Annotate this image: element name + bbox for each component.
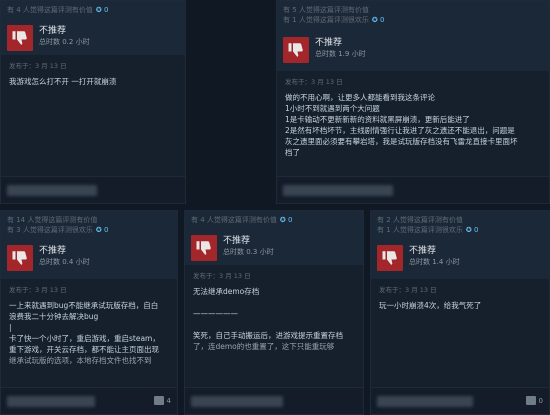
review-line: 灰之遗里面必须要有攀岩塔，我是试玩版存档没有飞雷龙直接卡里面坏 [285,137,518,146]
review-line: 做的不用心啊，让更多人都能看到我这条评论 [285,93,435,102]
review-line: 1是卡输动不更新新新的资料就黑屏崩溃，更新后能进了 [285,115,470,124]
award-icon[interactable]: ✪ 0 [280,216,293,224]
blurred-reviewer [283,185,393,196]
play-hours: 总时数 0.3 小时 [223,248,274,256]
review-line: | [9,323,12,332]
review-line: 无法继承demo存档 [193,287,260,296]
comment-icon[interactable] [153,396,164,405]
post-date: 发布于：3 月 13 日 [9,286,67,294]
review-line: 卡了快一个小时了，重启游戏，重启steam， [9,334,160,343]
review-verdict: 不推荐 [409,246,437,256]
review-header: 有 4 人觉得这篇评测有价值 ✪ 0 不推荐 总时数 0.2 小时 [1,1,185,55]
play-hours: 总时数 0.4 小时 [39,258,90,266]
review-body: 发布于：3 月 13 日 我游戏怎么打不开 一打开就崩溃 [1,55,185,87]
helpful-count: 有 4 人觉得这篇评测有价值 [7,6,93,14]
review-header: 有 5 人觉得这篇评测有价值 有 1 人觉得这篇评测很欢乐 ✪ 0 不推荐 总时数… [277,1,549,71]
review-line: 玩一小时崩溃4次，给我气死了 [379,301,482,310]
thumbs-down-icon [7,25,33,51]
play-hours: 总时数 1.4 小时 [409,258,460,266]
review-footer [1,176,185,203]
review-footer: 4 [1,387,177,414]
review-footer [277,176,549,203]
review-line: 2是然有坏档坏节，主线剧情强行让我进了灰之遗还不能退出，问题是 [285,126,515,135]
review-line: 了，连demo的也重置了，这下只能重玩够 [193,342,335,351]
helpful-count: 有 4 人觉得这篇评测有价值 [191,216,277,224]
review-card: 有 14 人觉得这篇评测有价值 有 3 人觉得这篇评测很欢乐 ✪ 0 不推荐 总时… [0,210,178,415]
post-date: 发布于：3 月 13 日 [193,272,251,280]
play-hours: 总时数 0.2 小时 [39,38,90,46]
review-line: 我游戏怎么打不开 一打开就崩溃 [9,77,117,86]
review-line: 档了 [285,148,300,157]
review-card: 有 2 人觉得这篇评测有价值 有 1 人觉得这篇评测很欢乐 ✪ 0 不推荐 总时数… [370,210,550,415]
post-date: 发布于：3 月 13 日 [9,62,67,70]
text-fade [1,374,177,388]
funny-count: 有 3 人觉得这篇评测很欢乐 [7,226,93,234]
review-body: 发布于：3 月 13 日 一上来就遇到bug不能继承试玩版存档，自白 浪费我二十… [1,279,177,366]
review-verdict: 不推荐 [39,246,67,256]
review-line: 1小时不到就遇到两个大问题 [285,104,380,113]
award-icon[interactable]: ✪ 0 [96,6,109,14]
review-body: 发布于：3 月 13 日 玩一小时崩溃4次，给我气死了 [371,279,549,311]
funny-count: 有 1 人觉得这篇评测很欢乐 [377,226,463,234]
review-divider: —————— [193,309,238,318]
review-card: 有 5 人觉得这篇评测有价值 有 1 人觉得这篇评测很欢乐 ✪ 0 不推荐 总时数… [276,0,550,204]
review-card: 有 4 人觉得这篇评测有价值 ✪ 0 不推荐 总时数 0.2 小时 发布于：3 月… [0,0,186,204]
award-icon[interactable]: ✪ 0 [372,16,385,24]
text-fade [185,374,363,388]
helpful-count: 有 5 人觉得这篇评测有价值 [283,6,369,14]
play-hours: 总时数 1.9 小时 [315,50,366,58]
review-header: 有 14 人觉得这篇评测有价值 有 3 人觉得这篇评测很欢乐 ✪ 0 不推荐 总时… [1,211,177,279]
review-line: 重下游戏，开关云存档，都不能让主页面出现 [9,345,159,354]
blurred-reviewer [377,396,473,407]
comment-count: 4 [166,396,171,405]
thumbs-down-icon [283,37,309,63]
review-verdict: 不推荐 [315,38,343,48]
blurred-reviewer [7,185,97,196]
thumbs-down-icon [377,245,403,271]
blurred-reviewer [7,396,95,407]
review-line [193,319,355,330]
review-header: 有 2 人觉得这篇评测有价值 有 1 人觉得这篇评测很欢乐 ✪ 0 不推荐 总时数… [371,211,549,279]
review-line: 笑死，自己手动搬运后，进游戏提示重置存档 [193,331,343,340]
review-body: 发布于：3 月 13 日 无法继承demo存档 —————— 笑死，自己手动搬运… [185,265,363,352]
review-verdict: 不推荐 [223,236,251,246]
comment-icon[interactable] [525,396,536,405]
review-line: 浪费我二十分钟去解决bug [9,312,99,321]
review-line: 一上来就遇到bug不能继承试玩版存档，自白 [9,301,159,310]
post-date: 发布于：3 月 13 日 [285,78,343,86]
review-header: 有 4 人觉得这篇评测有价值 ✪ 0 不推荐 总时数 0.3 小时 [185,211,363,265]
award-icon[interactable]: ✪ 0 [96,226,109,234]
blurred-reviewer [191,396,283,407]
award-icon[interactable]: ✪ 0 [466,226,479,234]
helpful-count: 有 14 人觉得这篇评测有价值 [7,216,98,224]
comment-count: 0 [538,396,543,405]
review-card: 有 4 人觉得这篇评测有价值 ✪ 0 不推荐 总时数 0.3 小时 发布于：3 月… [184,210,364,415]
review-body: 发布于：3 月 13 日 做的不用心啊，让更多人都能看到我这条评论 1小时不到就… [277,71,549,158]
funny-count: 有 1 人觉得这篇评测很欢乐 [283,16,369,24]
post-date: 发布于：3 月 13 日 [379,286,437,294]
review-line [193,297,355,308]
thumbs-down-icon [7,245,33,271]
review-footer [185,387,363,414]
helpful-count: 有 2 人觉得这篇评测有价值 [377,216,463,224]
review-line: 继承试玩版的选项，本地存档文件也找不到 [9,356,152,365]
review-verdict: 不推荐 [39,26,67,36]
review-footer: 0 [371,387,549,414]
thumbs-down-icon [191,235,217,261]
